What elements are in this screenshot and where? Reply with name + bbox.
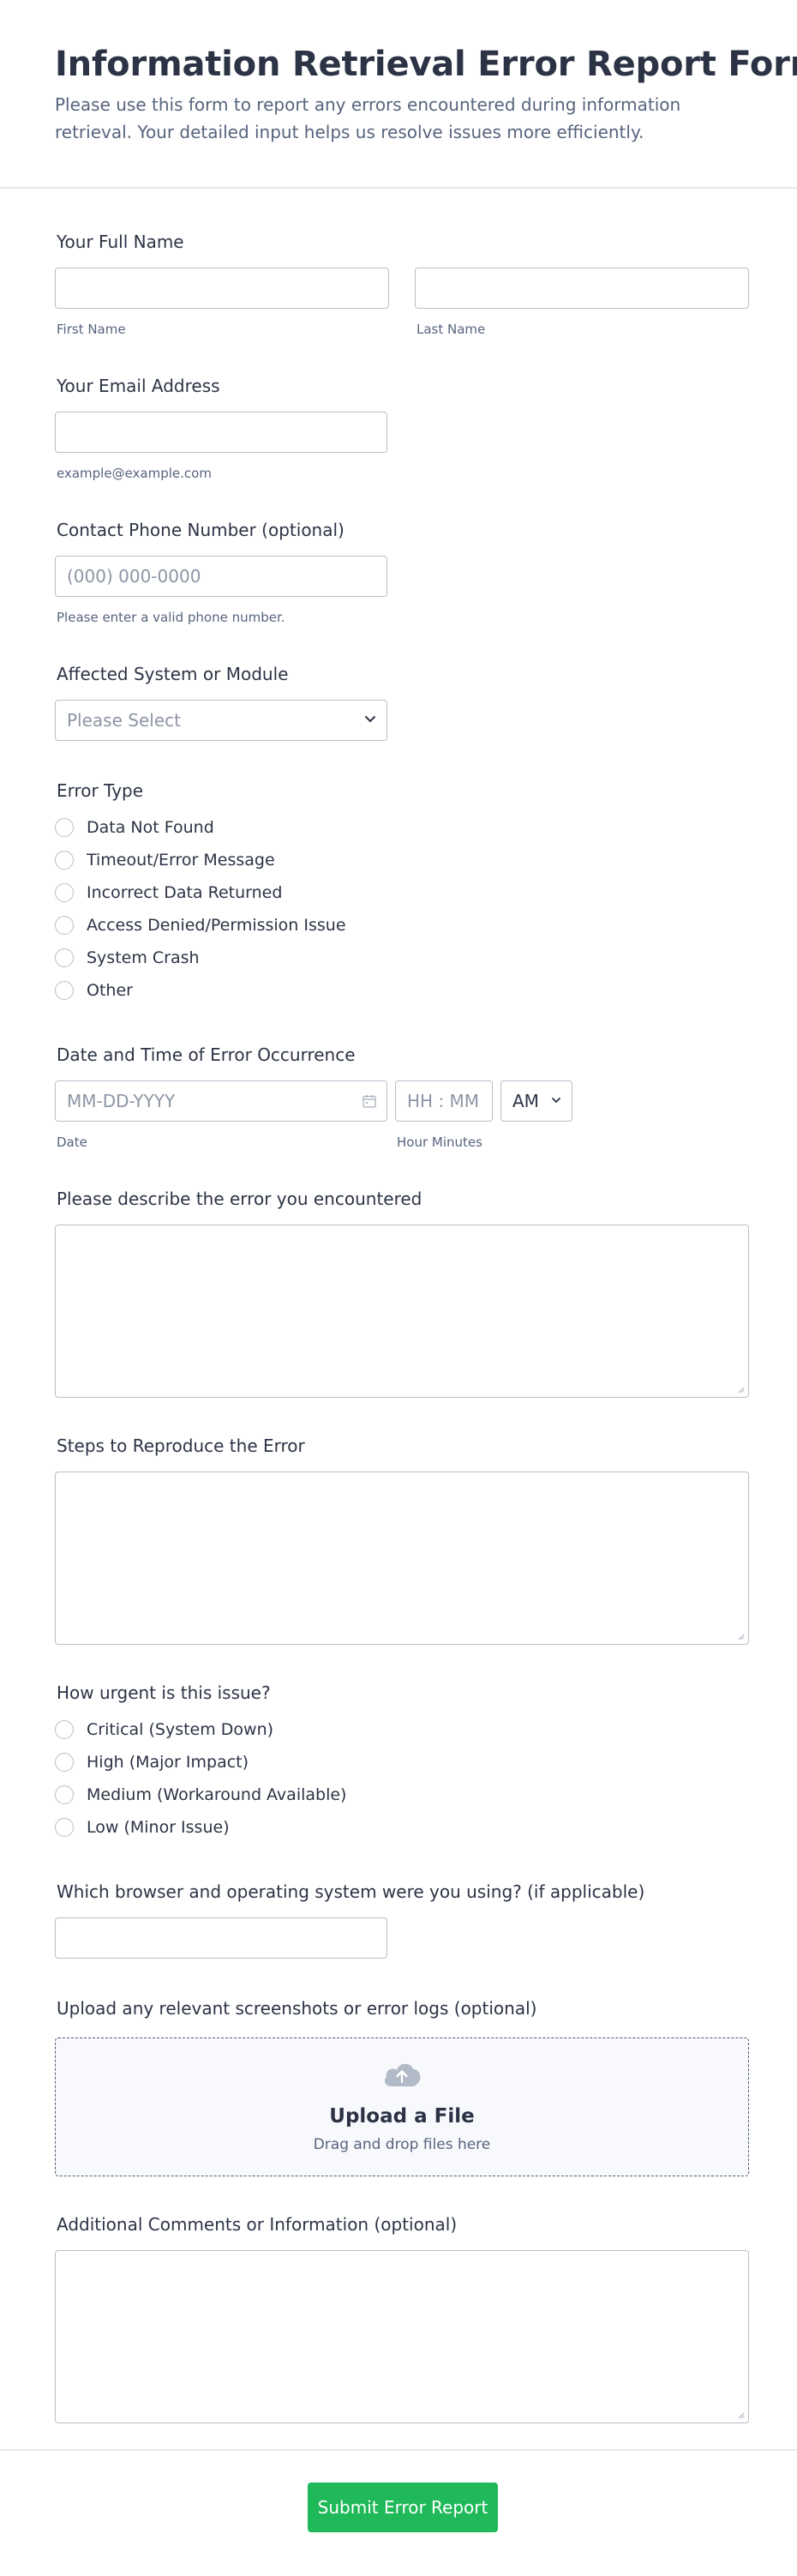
date-input[interactable]: MM-DD-YYYY — [55, 1080, 387, 1122]
radio-button[interactable] — [55, 981, 74, 1000]
phone-sublabel: Please enter a valid phone number. — [57, 610, 285, 625]
time-input[interactable]: HH : MM — [395, 1080, 493, 1122]
radio-button[interactable] — [55, 818, 74, 837]
radio-label: Other — [87, 981, 133, 1000]
phone-input[interactable]: (000) 000-0000 — [55, 556, 387, 597]
upload-title: Upload a File — [329, 2105, 475, 2128]
comments-textarea[interactable] — [55, 2250, 749, 2423]
form-title: Information Retrieval Error Report Form — [55, 45, 797, 84]
datetime-label: Date and Time of Error Occurrence — [57, 1044, 356, 1065]
resize-handle-icon[interactable] — [736, 1385, 745, 1393]
urgency-label: How urgent is this issue? — [57, 1682, 271, 1703]
radio-label: Low (Minor Issue) — [87, 1818, 230, 1837]
email-input[interactable] — [55, 412, 387, 453]
form-subtitle: Please use this form to report any error… — [55, 94, 681, 142]
date-sublabel: Date — [57, 1135, 87, 1150]
upload-label: Upload any relevant screenshots or error… — [57, 1998, 537, 2019]
radio-button[interactable] — [55, 883, 74, 902]
radio-label: Medium (Workaround Available) — [87, 1785, 347, 1804]
time-placeholder: HH : MM — [407, 1091, 480, 1111]
ampm-select[interactable]: AM — [500, 1080, 572, 1122]
chevron-down-icon — [552, 1098, 560, 1104]
ampm-value: AM — [512, 1091, 539, 1111]
browser-input[interactable] — [55, 1917, 387, 1959]
radio-label: High (Major Impact) — [87, 1753, 249, 1772]
time-sublabel: Hour Minutes — [397, 1135, 482, 1150]
system-select[interactable]: Please Select — [55, 700, 387, 741]
form-header: Information Retrieval Error Report Form … — [0, 0, 797, 189]
calendar-icon[interactable] — [363, 1094, 376, 1108]
first-name-input[interactable] — [55, 268, 389, 309]
radio-button[interactable] — [55, 1720, 74, 1739]
radio-button[interactable] — [55, 948, 74, 967]
steps-textarea[interactable] — [55, 1472, 749, 1645]
system-select-value: Please Select — [67, 710, 181, 731]
phone-placeholder: (000) 000-0000 — [67, 566, 201, 587]
footer-divider — [0, 2449, 797, 2451]
browser-label: Which browser and operating system were … — [57, 1881, 645, 1902]
radio-label: Incorrect Data Returned — [87, 883, 283, 902]
upload-subtitle: Drag and drop files here — [313, 2136, 491, 2153]
resize-handle-icon[interactable] — [736, 2410, 745, 2419]
radio-label: Data Not Found — [87, 818, 214, 837]
email-label: Your Email Address — [57, 376, 220, 396]
radio-button[interactable] — [55, 851, 74, 870]
comments-label: Additional Comments or Information (opti… — [57, 2214, 458, 2235]
submit-button[interactable]: Submit Error Report — [308, 2483, 498, 2532]
steps-label: Steps to Reproduce the Error — [57, 1435, 305, 1456]
last-name-input[interactable] — [415, 268, 749, 309]
full-name-label: Your Full Name — [57, 232, 184, 252]
radio-button[interactable] — [55, 1753, 74, 1772]
date-placeholder: MM-DD-YYYY — [67, 1091, 176, 1111]
radio-label: Access Denied/Permission Issue — [87, 916, 346, 935]
email-sublabel: example@example.com — [57, 466, 212, 481]
phone-label: Contact Phone Number (optional) — [57, 520, 345, 540]
resize-handle-icon[interactable] — [736, 1632, 745, 1640]
description-label: Please describe the error you encountere… — [57, 1189, 422, 1209]
radio-label: Timeout/Error Message — [87, 851, 275, 870]
error-type-label: Error Type — [57, 780, 144, 801]
system-label: Affected System or Module — [57, 664, 289, 684]
cloud-upload-icon — [385, 2063, 421, 2086]
chevron-down-icon — [365, 716, 375, 723]
radio-button[interactable] — [55, 1785, 74, 1804]
radio-label: Critical (System Down) — [87, 1720, 274, 1739]
radio-label: System Crash — [87, 948, 200, 967]
last-name-sublabel: Last Name — [416, 322, 486, 337]
first-name-sublabel: First Name — [57, 322, 126, 337]
file-upload-dropzone[interactable]: Upload a File Drag and drop files here — [55, 2037, 749, 2176]
description-textarea[interactable] — [55, 1225, 749, 1398]
radio-button[interactable] — [55, 916, 74, 935]
radio-button[interactable] — [55, 1818, 74, 1837]
